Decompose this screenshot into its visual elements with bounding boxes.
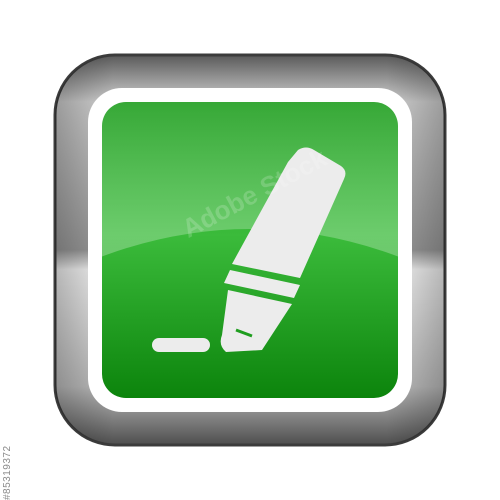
highlighter-button-icon[interactable] <box>0 0 500 500</box>
stage: Adobe Stock #85319372 <box>0 0 500 500</box>
watermark-id-text: #85319372 <box>2 445 13 500</box>
